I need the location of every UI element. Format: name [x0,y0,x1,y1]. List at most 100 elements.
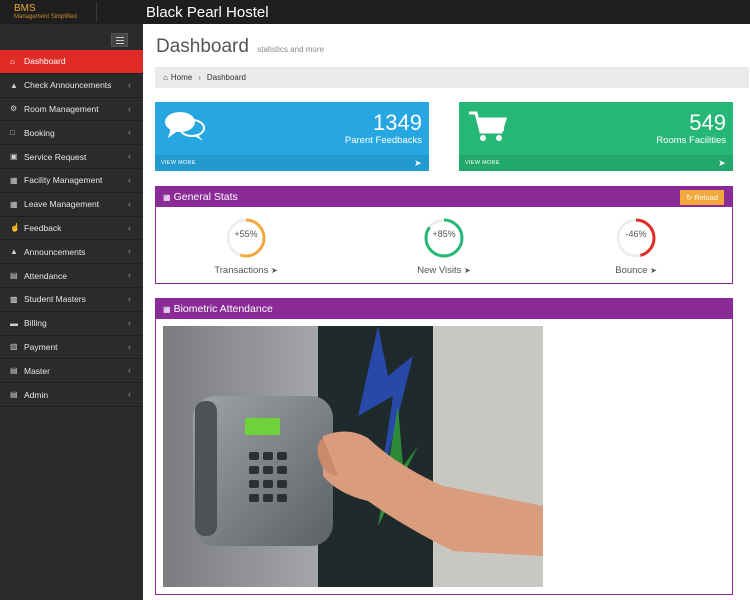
sidebar-item-master[interactable]: ▤ Master ‹ [0,359,143,384]
breadcrumb-separator-icon: › [198,73,201,82]
arrow-circle-right-icon: ➤ [270,266,278,275]
gauge-percent: +55% [234,229,258,239]
refresh-icon: ↻ [685,193,693,202]
sidebar-item-label: Check Announcements [24,80,112,91]
sidebar-item-label: Attendance [24,270,68,281]
view-more-link[interactable]: VIEW MORE ➤ [459,155,733,171]
brand-logo[interactable]: BMS Management Simplified [14,4,77,22]
sidebar: ⌂ Dashboard ▲ Check Announcements ‹ ⚙ Ro… [0,24,143,600]
table-icon: ▦ [10,199,18,209]
chevron-left-icon: ‹ [128,103,131,114]
bar-chart-icon: ▩ [10,294,18,304]
sidebar-nav: ⌂ Dashboard ▲ Check Announcements ‹ ⚙ Ro… [0,50,143,407]
briefcase-icon: ▣ [10,152,18,162]
page-title-text: Dashboard [156,36,249,57]
sidebar-item-label: Admin [24,389,49,400]
arrow-circle-right-icon: ➤ [650,266,657,275]
chevron-left-icon: ‹ [128,127,131,138]
stat-value: 1349 [373,110,422,135]
brand-name: BMS [14,3,36,14]
sidebar-item-label: Dashboard [24,56,66,67]
gauge-label-link[interactable]: New Visits ➤ [394,265,494,276]
reload-label: Reload [694,193,718,202]
biometric-attendance-panel: ▦ Biometric Attendance [155,298,733,595]
page-subtitle: statistics and more [257,45,324,54]
page-title: Dashboard statistics and more [156,36,324,58]
gauge-label: Bounce [615,265,648,276]
sidebar-item-attendance[interactable]: ▤ Attendance ‹ [0,264,143,288]
panel-header: ▦ Biometric Attendance [156,299,732,319]
sidebar-item-billing[interactable]: ▬ Billing ‹ [0,312,143,336]
stat-tile-rooms-facilities: 549 Rooms Facilities VIEW MORE ➤ [459,102,733,171]
thumbs-up-icon: ☝ [10,223,20,233]
chevron-left-icon: ‹ [128,389,131,400]
gauge-label-link[interactable]: Transactions ➤ [196,265,296,276]
sidebar-item-facility-management[interactable]: ▦ Facility Management ‹ [0,169,143,193]
sidebar-item-label: Booking [24,127,55,138]
view-more-label: VIEW MORE [465,160,500,166]
sidebar-item-label: Master [24,365,50,376]
app-title: Black Pearl Hostel [146,4,269,21]
view-more-link[interactable]: VIEW MORE ➤ [155,155,429,171]
sidebar-item-label: Leave Management [24,199,100,210]
megaphone-icon: ▲ [10,80,18,90]
sidebar-item-check-announcements[interactable]: ▲ Check Announcements ‹ [0,74,143,98]
sidebar-item-label: Payment [24,341,58,352]
reload-button[interactable]: ↻ Reload [679,190,724,205]
panel-title: General Stats [173,191,238,203]
calendar-icon: ▦ [163,192,171,202]
arrow-circle-right-icon: ➤ [718,158,726,168]
sidebar-item-feedback[interactable]: ☝ Feedback ‹ [0,217,143,241]
panel-header: ▦ General Stats [156,187,732,207]
sidebar-item-label: Facility Management [24,175,103,186]
sidebar-item-announcements[interactable]: ▲ Announcements ‹ [0,240,143,265]
arrow-circle-right-icon: ➤ [464,266,471,275]
file-icon: ▤ [10,390,18,400]
gauge-bounce: -46% Bounce ➤ [586,215,686,276]
gauge-label: Transactions [214,265,269,276]
sidebar-toggle-button[interactable] [111,33,128,47]
breadcrumb-current: Dashboard [206,73,246,82]
sidebar-item-leave-management[interactable]: ▦ Leave Management ‹ [0,193,143,217]
gauge-new-visits: +85% New Visits ➤ [394,215,494,276]
gauge-label: New Visits [417,265,462,276]
sidebar-item-booking[interactable]: □ Booking ‹ [0,121,143,146]
cogs-icon: ⚙ [10,104,18,114]
stat-label: Rooms Facilities [656,135,726,146]
stat-label: Parent Feedbacks [344,135,422,146]
chevron-left-icon: ‹ [128,151,131,162]
chevron-left-icon: ‹ [128,341,131,352]
chevron-left-icon: ‹ [128,365,131,376]
sidebar-item-dashboard[interactable]: ⌂ Dashboard [0,50,143,74]
sidebar-item-label: Service Request [24,151,87,162]
grid-icon: ▧ [10,342,18,352]
divider [96,2,97,22]
sidebar-item-payment[interactable]: ▧ Payment ‹ [0,336,143,360]
chevron-left-icon: ‹ [128,222,131,233]
biometric-scanner-photo [163,326,543,587]
bookmark-icon: □ [10,128,15,138]
view-more-label: VIEW MORE [161,160,196,166]
calendar-icon: ▦ [163,304,171,314]
cart-icon [469,111,508,141]
gauge-label-link[interactable]: Bounce ➤ [586,265,686,276]
chevron-left-icon: ‹ [128,174,131,185]
sidebar-item-admin[interactable]: ▤ Admin ‹ [0,383,143,407]
panel-title: Biometric Attendance [173,303,273,315]
chevron-left-icon: ‹ [128,293,131,304]
stat-tile-parent-feedbacks: 1349 Parent Feedbacks VIEW MORE ➤ [155,102,429,171]
sidebar-item-room-management[interactable]: ⚙ Room Management ‹ [0,98,143,122]
top-bar: BMS Management Simplified Black Pearl Ho… [0,0,750,24]
home-icon: ⌂ [163,73,168,82]
chevron-left-icon: ‹ [128,79,131,90]
sidebar-item-service-request[interactable]: ▣ Service Request ‹ [0,145,143,169]
folder-icon: ▬ [10,318,18,328]
chevron-left-icon: ‹ [128,246,131,257]
sidebar-item-label: Billing [24,318,47,329]
gauge-percent: +85% [432,229,456,239]
sidebar-item-student-masters[interactable]: ▩ Student Masters ‹ [0,288,143,312]
file-icon: ▤ [10,271,18,281]
chevron-left-icon: ‹ [128,198,131,209]
breadcrumb-home-link[interactable]: Home [171,73,192,82]
stat-value: 549 [689,110,726,135]
